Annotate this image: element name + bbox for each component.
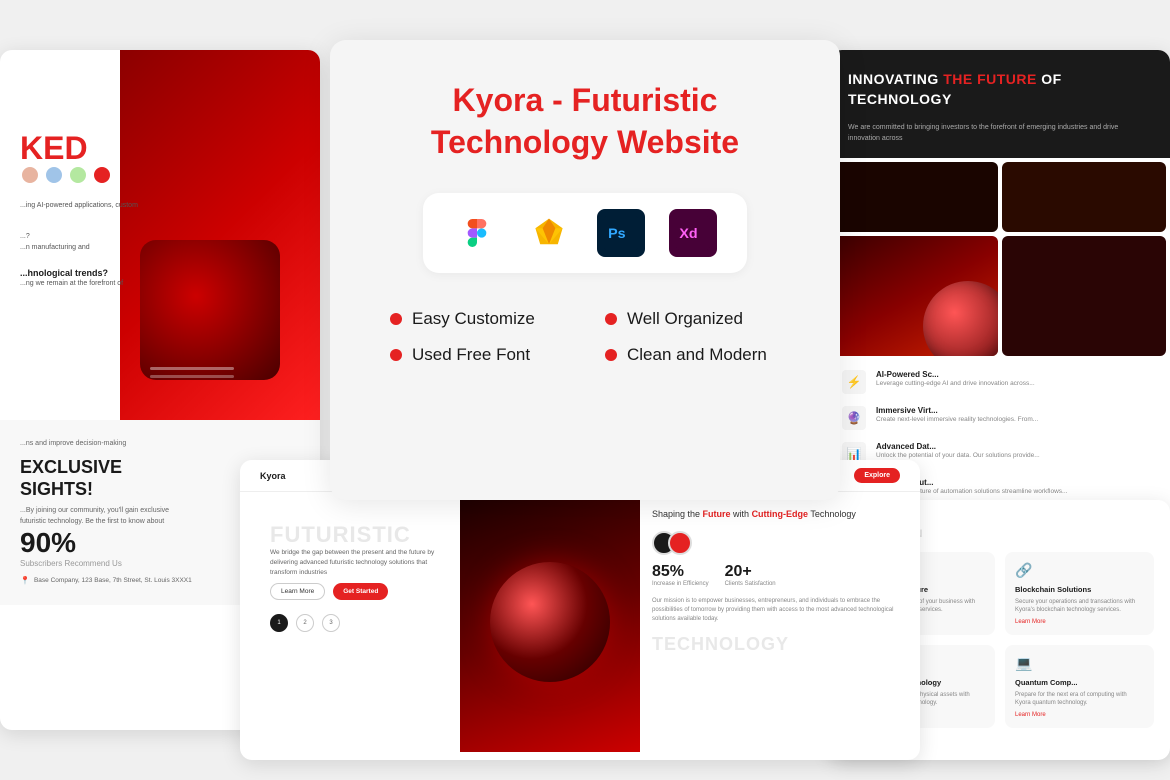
feature-item-2: Well Organized: [605, 309, 780, 329]
preview-bottom-word: TECHNOLOGY: [652, 634, 908, 655]
ked-label: KED: [20, 130, 88, 167]
bullet-dot: [605, 349, 617, 361]
grid-item-medium: [1002, 236, 1166, 356]
feature-item-3: Used Free Font: [390, 345, 565, 365]
center-promo-card: Kyora - Futuristic Technology Website: [330, 40, 840, 500]
grid-item-dark2: [1002, 162, 1166, 232]
feature-label: Well Organized: [627, 309, 743, 329]
stat-efficiency-label: Increase in Efficiency: [652, 581, 709, 587]
get-started-button[interactable]: Get Started: [333, 583, 388, 600]
right-image-grid: [834, 162, 1166, 356]
features-grid: Easy Customize Well Organized Used Free …: [370, 309, 800, 365]
avatar: [44, 165, 64, 185]
feature-label: Used Free Font: [412, 345, 530, 365]
bullet-dot: [390, 313, 402, 325]
grid-item-dark: [834, 162, 998, 232]
sketch-icon: [525, 209, 573, 257]
quantum-item: 💻 Quantum Comp... Prepare for the next e…: [1005, 645, 1154, 728]
vr-desc: Create next-level immersive reality tech…: [876, 415, 1038, 424]
feature-item-1: Easy Customize: [390, 309, 565, 329]
address-icon: 📍: [20, 576, 30, 585]
data-desc: Unlock the potential of your data. Our s…: [876, 451, 1040, 460]
svg-text:Ps: Ps: [608, 226, 626, 242]
quantum-link[interactable]: Learn More: [1015, 712, 1144, 718]
stat-clients-label: Clients Satisfaction: [725, 581, 776, 587]
preview-right-section: Shaping the Future with Cutting-Edge Tec…: [640, 492, 920, 752]
bullet-dot: [390, 349, 402, 361]
svg-text:Xd: Xd: [679, 226, 697, 242]
right-small-text: We are committed to bringing investors t…: [848, 123, 1152, 144]
preview-buttons: Learn More Get Started: [270, 583, 444, 600]
preview-sub-text: We bridge the gap between the present an…: [270, 548, 444, 577]
learn-more-button[interactable]: Learn More: [270, 583, 325, 600]
left-text-1: ...ing AI-powered applications, custom: [20, 200, 310, 211]
figma-icon: [453, 209, 501, 257]
photoshop-icon: Ps: [597, 209, 645, 257]
address-text: Base Company, 123 Base, 7th Street, St. …: [34, 577, 192, 584]
tools-row: Ps Xd: [423, 193, 747, 273]
preview-pagination: 1 2 3: [270, 614, 444, 632]
ai-title: AI-Powered Sc...: [876, 370, 1035, 379]
preview-stats: 85% Increase in Efficiency 20+ Clients S…: [652, 563, 908, 587]
stat-clients: 20+: [725, 563, 776, 581]
page-dot-3[interactable]: 3: [322, 614, 340, 632]
promo-title: Kyora - Futuristic Technology Website: [431, 80, 739, 163]
blockchain-link[interactable]: Learn More: [1015, 619, 1144, 625]
page-dot-1[interactable]: 1: [270, 614, 288, 632]
feature-item-4: Clean and Modern: [605, 345, 780, 365]
hero-sphere: [490, 562, 610, 682]
page-dot-2[interactable]: 2: [296, 614, 314, 632]
right-feature-vr: 🔮 Immersive Virt... Create next-level im…: [842, 406, 1158, 430]
ai-icon: ⚡: [842, 370, 866, 394]
left-bottom-text: ...ns and improve decision-making: [20, 440, 300, 447]
bullet-dot: [605, 313, 617, 325]
blockchain-item: 🔗 Blockchain Solutions Secure your opera…: [1005, 552, 1154, 635]
preview-left-section: FUTURISTIC We bridge the gap between the…: [240, 492, 460, 752]
explore-button[interactable]: Explore: [854, 468, 900, 483]
grid-item-red: [834, 236, 998, 356]
preview-body: FUTURISTIC We bridge the gap between the…: [240, 492, 920, 752]
preview-mission: Our mission is to empower businesses, en…: [652, 597, 908, 624]
avatar-group: [20, 165, 112, 185]
website-preview-card: Kyora Home About Services Contact Page E…: [240, 460, 920, 760]
right-copy: Shaping the Future with Cutting-Edge Tec…: [652, 508, 908, 521]
feature-label: Clean and Modern: [627, 345, 767, 365]
vr-title: Immersive Virt...: [876, 406, 1038, 415]
quantum-icon: 💻: [1015, 655, 1144, 672]
vr-icon: 🔮: [842, 406, 866, 430]
right-feature-ai: ⚡ AI-Powered Sc... Leverage cutting-edge…: [842, 370, 1158, 394]
data-title: Advanced Dat...: [876, 442, 1040, 451]
preview-hero-image: [460, 492, 640, 752]
stat-efficiency: 85%: [652, 563, 709, 581]
avatar: [68, 165, 88, 185]
ai-desc: Leverage cutting-edge AI and drive innov…: [876, 379, 1035, 388]
quantum-desc: Prepare for the next era of computing wi…: [1015, 691, 1144, 708]
right-heading: INNOVATING THE FUTURE OFTECHNOLOGY: [848, 70, 1152, 109]
preview-logo: Kyora: [260, 471, 286, 481]
feature-label: Easy Customize: [412, 309, 535, 329]
quantum-title: Quantum Comp...: [1015, 678, 1144, 687]
preview-hero-title: FUTURISTIC: [270, 522, 444, 548]
adobexd-icon: Xd: [669, 209, 717, 257]
avatar-red: [92, 165, 112, 185]
blockchain-icon: 🔗: [1015, 562, 1144, 579]
avatar: [20, 165, 40, 185]
blockchain-title: Blockchain Solutions: [1015, 585, 1144, 594]
blockchain-desc: Secure your operations and transactions …: [1015, 598, 1144, 615]
